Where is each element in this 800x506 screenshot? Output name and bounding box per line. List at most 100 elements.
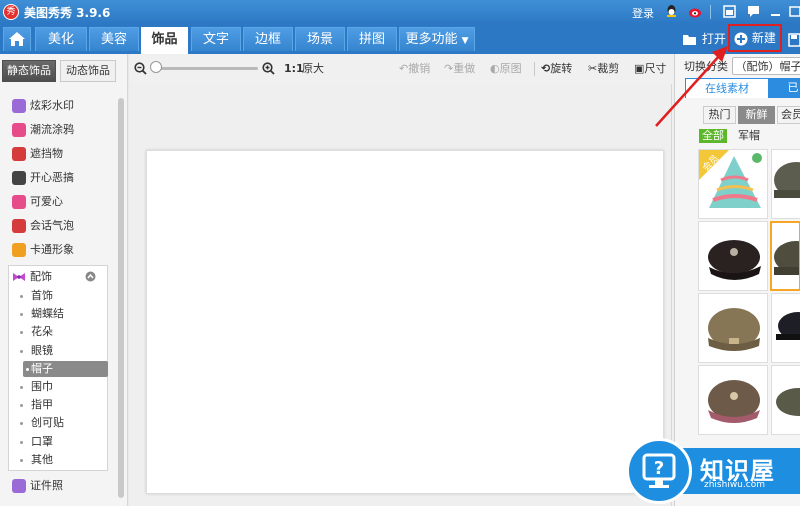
- tab-decoration[interactable]: 饰品: [141, 27, 188, 54]
- main-nav: 美化 美容 饰品 文字 边框 场景 拼图 更多功能 ▼ 打开 新建: [0, 24, 800, 54]
- subtab-new[interactable]: 新鲜: [738, 106, 775, 124]
- sidebar-subitem-label: 指甲: [31, 398, 53, 412]
- sidebar-subitem[interactable]: 创可贴: [20, 415, 64, 431]
- sidebar-item[interactable]: 炫彩水印: [12, 96, 74, 116]
- redo-button[interactable]: ↷重做: [444, 61, 475, 77]
- sidebar-item-label: 会话气泡: [30, 219, 74, 232]
- actual-size-button[interactable]: 1:1: [284, 61, 304, 77]
- garrison-cap-image: [776, 388, 800, 416]
- minimize-icon[interactable]: [768, 4, 783, 19]
- crop-button[interactable]: ✂裁剪: [588, 61, 619, 77]
- tab-scene[interactable]: 场景: [295, 27, 345, 51]
- app-title: 美图秀秀 3.9.6: [24, 6, 111, 20]
- zoom-out-icon[interactable]: [134, 62, 147, 75]
- tab-beautify[interactable]: 美化: [35, 27, 87, 51]
- army-cap-image: [774, 162, 800, 198]
- category-icon: [12, 219, 26, 233]
- hat-thumbnail[interactable]: [698, 365, 768, 435]
- olive-cap-image: [708, 308, 760, 351]
- maximize-icon[interactable]: [788, 4, 800, 19]
- category-select[interactable]: （配饰）帽子: [731, 57, 800, 75]
- tab-home[interactable]: [3, 27, 31, 51]
- tab-animated-decor[interactable]: 动态饰品: [60, 60, 116, 82]
- sidebar-subitem-label: 花朵: [31, 325, 53, 339]
- zoom-in-icon[interactable]: [262, 62, 275, 75]
- watermark-url: zhishiwu.com: [704, 480, 765, 490]
- sidebar-subitem[interactable]: 帽子: [23, 360, 108, 377]
- rotate-button[interactable]: ⟲旋转: [541, 61, 572, 77]
- sidebar-item[interactable]: 潮流涂鸦: [12, 120, 74, 140]
- sidebar-item[interactable]: 会话气泡: [12, 216, 74, 236]
- sidebar-subitem-label: 蝴蝶结: [31, 307, 64, 321]
- filter-military-cap[interactable]: 军帽: [735, 129, 763, 143]
- navy-cap-image: [776, 312, 800, 340]
- sidebar-subitem[interactable]: 其他: [20, 452, 53, 468]
- save-icon[interactable]: [788, 33, 800, 47]
- message-icon[interactable]: [746, 4, 761, 19]
- weibo-icon[interactable]: [688, 4, 703, 19]
- sidebar-subitem[interactable]: 蝴蝶结: [20, 306, 64, 322]
- skin-icon[interactable]: [722, 4, 737, 19]
- hat-thumbnail[interactable]: [771, 365, 800, 435]
- hat-thumbnail[interactable]: [771, 149, 800, 219]
- bullet-icon: [20, 440, 23, 444]
- sidebar-subitem[interactable]: 首饰: [20, 288, 53, 304]
- id-photo-icon: [12, 479, 26, 493]
- sidebar-subitem[interactable]: 口罩: [20, 434, 53, 450]
- resize-label: 尺寸: [644, 62, 667, 75]
- plus-circle-icon: [734, 32, 748, 45]
- hat-thumbnail[interactable]: [770, 221, 800, 291]
- image-canvas[interactable]: [146, 150, 664, 494]
- sidebar-subitem-label: 创可贴: [31, 416, 64, 430]
- new-button[interactable]: 新建: [728, 24, 782, 52]
- original-image-button[interactable]: ◐原图: [490, 61, 522, 77]
- sidebar-subitem[interactable]: 眼镜: [20, 343, 53, 359]
- material-tabs: 在线素材 已: [685, 78, 800, 98]
- sidebar-item-id-photo[interactable]: 证件照: [12, 476, 63, 496]
- sidebar-item-label: 遮挡物: [30, 147, 63, 160]
- sidebar-scrollbar[interactable]: [118, 98, 124, 498]
- title-bar: 秀 美图秀秀 3.9.6 登录: [0, 0, 800, 24]
- tab-border[interactable]: 边框: [243, 27, 293, 51]
- sidebar-subitem[interactable]: 围巾: [20, 379, 53, 395]
- resize-button[interactable]: ▣尺寸: [634, 61, 666, 77]
- category-icon: [12, 99, 26, 113]
- tab-online-material[interactable]: 在线素材: [685, 78, 769, 98]
- redo-icon: ↷: [444, 62, 454, 75]
- collapse-icon[interactable]: [85, 271, 96, 282]
- sidebar-item-label: 潮流涂鸦: [30, 123, 74, 136]
- sidebar-item[interactable]: 遮挡物: [12, 144, 63, 164]
- canvas-area: [129, 84, 674, 506]
- tab-text[interactable]: 文字: [191, 27, 241, 51]
- sidebar-item[interactable]: 开心恶搞: [12, 168, 74, 188]
- tab-downloaded-material[interactable]: 已: [781, 78, 800, 98]
- login-link[interactable]: 登录: [632, 5, 654, 21]
- category-switch[interactable]: 切换分类 （配饰）帽子: [684, 57, 800, 75]
- hat-thumbnail[interactable]: [698, 293, 768, 363]
- zoom-slider-handle[interactable]: [150, 61, 162, 73]
- original-size-button[interactable]: 原大: [302, 61, 324, 77]
- scissors-icon: ✂: [588, 62, 598, 75]
- zoom-slider-track[interactable]: [156, 67, 258, 70]
- tab-face[interactable]: 美容: [89, 27, 139, 51]
- filter-all[interactable]: 全部: [699, 129, 727, 143]
- undo-button[interactable]: ↶撤销: [399, 61, 430, 77]
- open-button[interactable]: 打开: [682, 28, 726, 50]
- sidebar-item[interactable]: 卡通形象: [12, 240, 74, 260]
- sidebar-item[interactable]: 可爱心: [12, 192, 63, 212]
- subtab-hot[interactable]: 热门: [703, 106, 736, 124]
- tab-more[interactable]: 更多功能 ▼: [399, 27, 475, 51]
- tab-static-decor[interactable]: 静态饰品: [2, 60, 56, 82]
- tab-collage[interactable]: 拼图: [347, 27, 397, 51]
- qq-icon[interactable]: [664, 4, 679, 19]
- hat-thumbnail[interactable]: [771, 293, 800, 363]
- subtab-member[interactable]: 会员: [777, 106, 800, 124]
- sidebar-item-accessory[interactable]: 配饰: [12, 267, 52, 287]
- home-icon: [9, 32, 25, 46]
- hat-thumbnail[interactable]: 会员: [698, 149, 768, 219]
- sidebar-subitem[interactable]: 花朵: [20, 324, 53, 340]
- sidebar-item-label: 可爱心: [30, 195, 63, 208]
- toolbar-divider: [534, 62, 535, 76]
- sidebar-subitem[interactable]: 指甲: [20, 397, 53, 413]
- hat-thumbnail[interactable]: [698, 221, 768, 291]
